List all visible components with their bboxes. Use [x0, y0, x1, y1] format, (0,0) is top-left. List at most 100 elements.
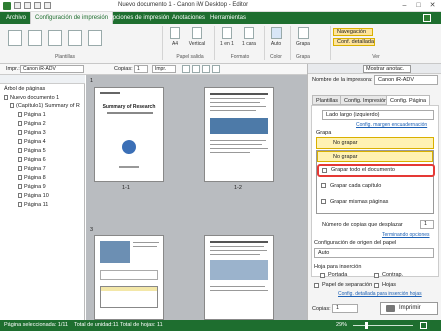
binding-select[interactable]: Lado largo (izquierdo) — [322, 110, 434, 120]
margin-link[interactable]: Config. margen encuadernación — [356, 122, 427, 128]
help-icon[interactable] — [423, 14, 431, 22]
tree-page-label: Página 5 — [24, 148, 46, 154]
grapa-value[interactable]: Grapa — [293, 41, 313, 47]
copies-shift-input[interactable]: 1 — [420, 220, 434, 229]
paper-size-value[interactable]: A4 — [166, 41, 184, 47]
undo-icon[interactable] — [34, 2, 41, 9]
template-icon-2[interactable] — [28, 30, 42, 46]
tree-page-item[interactable]: Página 6 — [18, 156, 46, 164]
template-icon-3[interactable] — [48, 30, 62, 46]
tree-chapter[interactable]: (Capítulo1) Summary of R — [10, 102, 80, 110]
tree-page-item[interactable]: Página 10 — [18, 192, 49, 200]
page-icon — [18, 175, 22, 181]
page-icon — [18, 166, 22, 172]
template-icon-1[interactable] — [8, 30, 22, 46]
orientation-value[interactable]: Vertical — [183, 41, 211, 47]
navegacion-button[interactable]: Navegación — [333, 28, 373, 36]
detallada-link[interactable]: Config. detallada para inserción hojas — [338, 291, 422, 297]
tree-page-item[interactable]: Página 5 — [18, 147, 46, 155]
page-icon — [18, 112, 22, 118]
printer-name-select[interactable]: Canon iR-ADV — [374, 75, 438, 85]
pages-per-sheet-value[interactable]: 1 en 1 — [218, 41, 236, 47]
papel-sep-checkbox[interactable] — [314, 283, 319, 288]
next-page-icon[interactable] — [202, 65, 210, 73]
tree-root[interactable]: Nuevo documento 1 — [4, 94, 59, 102]
page-viewer: 1 Summary of Research 1-1 1-2 3 — [86, 75, 307, 320]
sides-value[interactable]: 1 cara — [238, 41, 260, 47]
tab-config-impresion[interactable]: Config. Impresión — [340, 95, 392, 105]
print-button-toolbar[interactable]: Impr. — [152, 65, 176, 73]
origen-select[interactable]: Auto — [314, 248, 434, 258]
grapa-select[interactable]: No grapar — [316, 137, 434, 149]
tree-page-item[interactable]: Página 9 — [18, 183, 46, 191]
text-line — [210, 254, 260, 255]
mostrar-anotaciones-button[interactable]: Mostrar anotac. — [363, 65, 411, 73]
hojas-checkbox[interactable] — [374, 283, 379, 288]
template-icon-5[interactable] — [88, 30, 102, 46]
color-icon[interactable] — [271, 27, 282, 39]
tree-page-label: Página 4 — [24, 139, 46, 145]
imprimir-button[interactable]: Imprimir — [380, 302, 438, 315]
pages-per-sheet-icon[interactable] — [222, 27, 232, 39]
printer-select[interactable]: Canon iR-ADV — [20, 65, 84, 73]
portada-checkbox[interactable] — [320, 273, 325, 278]
page-thumbnail-1[interactable]: Summary of Research — [94, 87, 164, 182]
tree-page-label: Página 2 — [24, 121, 46, 127]
staple-all-icon — [322, 168, 327, 173]
minimize-button[interactable]: – — [397, 0, 412, 11]
sides-icon[interactable] — [244, 27, 254, 39]
tab-herramientas[interactable]: Herramientas — [206, 12, 250, 24]
paper-size-icon[interactable] — [170, 27, 180, 39]
zoom-slider[interactable] — [353, 325, 413, 326]
tree-page-item[interactable]: Página 11 — [18, 201, 48, 209]
orientation-icon[interactable] — [192, 27, 202, 39]
template-icon-4[interactable] — [68, 30, 82, 46]
page-thumbnail-2[interactable] — [204, 87, 274, 182]
tree-page-item[interactable]: Página 2 — [18, 120, 46, 128]
tab-config-pagina[interactable]: Config. Página — [386, 95, 431, 105]
contrap-checkbox[interactable] — [374, 273, 379, 278]
maximize-button[interactable]: □ — [411, 0, 426, 11]
close-button[interactable]: ✕ — [425, 0, 440, 11]
tab-opciones-impresion[interactable]: Opciones de impresión — [104, 12, 173, 24]
tree-page-item[interactable]: Página 7 — [18, 165, 46, 173]
option-grapar-capitulo-label: Grapar cada capítulo — [330, 183, 382, 189]
tree-root-label: Nuevo documento 1 — [10, 95, 60, 101]
tree-page-label: Página 1 — [24, 112, 46, 118]
tree-page-item[interactable]: Página 8 — [18, 174, 46, 182]
tab-plantillas[interactable]: Plantillas — [312, 95, 343, 105]
staple-icon[interactable] — [298, 27, 309, 39]
imprimir-label: Imprimir — [399, 305, 421, 311]
option-grapar-todo[interactable]: Grapar todo el documento — [317, 164, 435, 177]
staple-same-pages-icon — [321, 199, 326, 204]
tree-page-item[interactable]: Página 3 — [18, 129, 46, 137]
prev-page-icon[interactable] — [192, 65, 200, 73]
settings-panel: Mostrar anotac. Nombre de la impresora: … — [307, 64, 441, 320]
print-icon[interactable] — [24, 2, 31, 9]
copias-input[interactable]: 1 — [332, 304, 358, 313]
page-thumbnail-3[interactable] — [94, 235, 164, 320]
tab-archivo[interactable]: Archivo — [2, 12, 30, 24]
conf-detallada-button[interactable]: Conf. detallada — [333, 38, 375, 46]
redo-icon[interactable] — [44, 2, 51, 9]
option-no-grapar[interactable]: No grapar — [317, 151, 433, 162]
photo-image — [210, 118, 268, 134]
terminado-link[interactable]: Terminando opciones — [382, 232, 430, 238]
page-icon — [18, 121, 22, 127]
save-icon[interactable] — [14, 2, 21, 9]
color-value[interactable]: Auto — [266, 41, 286, 47]
first-page-icon[interactable] — [182, 65, 190, 73]
tree-page-item[interactable]: Página 4 — [18, 138, 46, 146]
fit-page-icon[interactable] — [420, 322, 427, 329]
tree-page-item[interactable]: Página 1 — [18, 111, 46, 119]
tab-configuracion-impresion[interactable]: Configuración de impresión — [30, 12, 114, 24]
last-page-icon[interactable] — [212, 65, 220, 73]
page-thumbnail-4[interactable] — [204, 235, 274, 320]
copies-input[interactable]: 1 — [134, 65, 148, 73]
option-grapar-capitulo[interactable]: Grapar cada capítulo — [320, 181, 430, 191]
tab-anotaciones[interactable]: Anotaciones — [168, 12, 209, 24]
contrap-label: Contrap. — [382, 272, 404, 278]
zoom-handle[interactable] — [365, 322, 368, 329]
text-line — [210, 152, 250, 153]
option-grapar-mismas[interactable]: Grapar mismas páginas — [320, 197, 430, 207]
